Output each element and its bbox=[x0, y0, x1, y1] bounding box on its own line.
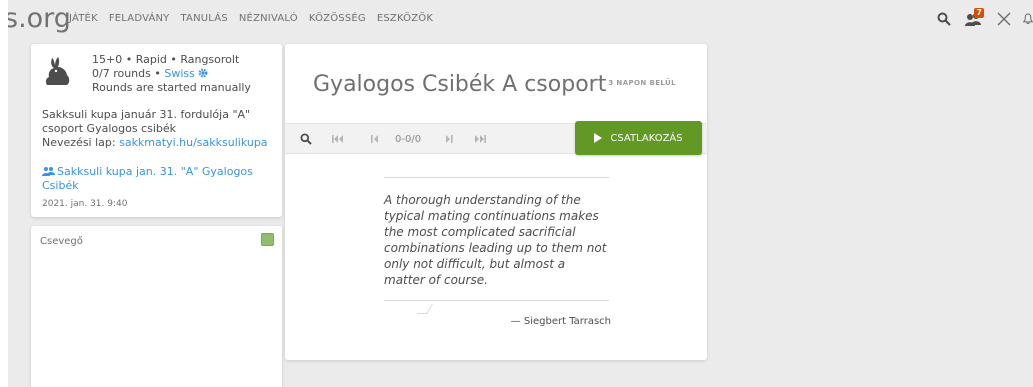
pager-toolbar: 0-0/0 CSATLAKOZÁS bbox=[285, 121, 707, 155]
tournament-main-panel: Gyalogos Csibék A csoport 3 NAPON BELÜL 0… bbox=[285, 44, 707, 360]
left-edge bbox=[0, 0, 8, 387]
last-page-icon[interactable] bbox=[474, 132, 486, 146]
prev-page-icon[interactable] bbox=[371, 132, 380, 146]
entry-prefix: Nevezési lap: bbox=[42, 136, 120, 149]
join-button[interactable]: CSATLAKOZÁS bbox=[575, 121, 702, 155]
page-counter: 0-0/0 bbox=[395, 132, 421, 146]
nav-item-tools[interactable]: ESZKÖZÖK bbox=[377, 13, 433, 24]
chat-title: Csevegő bbox=[40, 236, 83, 247]
quote-block: A thorough understanding of the typical … bbox=[384, 177, 611, 327]
search-players-icon[interactable] bbox=[300, 132, 312, 146]
friends-count-badge: 7 bbox=[974, 8, 984, 18]
page-counter-text: 0-0/0 bbox=[395, 133, 422, 145]
nav-item-play[interactable]: JÁTÉK bbox=[69, 13, 98, 24]
chat-toggle[interactable] bbox=[261, 233, 274, 246]
tournament-description: Sakksuli kupa január 31. fordulója "A" c… bbox=[42, 108, 277, 150]
join-label: CSATLAKOZÁS bbox=[610, 132, 683, 144]
tournament-title: Gyalogos Csibék A csoport bbox=[313, 72, 607, 97]
swiss-link[interactable]: Swiss bbox=[164, 67, 195, 80]
starts-in-label: 3 NAPON BELÜL bbox=[608, 79, 676, 87]
quote-text: A thorough understanding of the typical … bbox=[384, 193, 607, 287]
entry-link[interactable]: sakkmatyi.hu/sakksulikupa bbox=[119, 136, 267, 149]
bell-icon[interactable] bbox=[1023, 8, 1033, 30]
site-logo[interactable]: s.org bbox=[8, 3, 71, 34]
rabbit-icon bbox=[43, 56, 73, 88]
tournament-rounds-line: 0/7 rounds • Swiss bbox=[92, 67, 251, 81]
tournament-meta: 15+0 • Rapid • Rangsorolt 0/7 rounds • S… bbox=[92, 53, 251, 95]
header-icons: 7 bbox=[925, 8, 1033, 30]
quote-author: — Siegbert Tarrasch bbox=[510, 316, 611, 327]
nav-item-learn[interactable]: TANULÁS bbox=[181, 13, 228, 24]
next-page-icon[interactable] bbox=[444, 132, 453, 146]
tournament-format: 15+0 • Rapid • Rangsorolt bbox=[92, 53, 240, 66]
friends-icon[interactable]: 7 bbox=[963, 8, 985, 30]
team-link[interactable]: Sakksuli kupa jan. 31. "A" Gyalogos Csib… bbox=[42, 165, 253, 192]
search-icon[interactable] bbox=[933, 8, 955, 30]
tournament-rounds: 0/7 rounds • bbox=[92, 67, 165, 80]
quote-bottom-divider bbox=[384, 300, 609, 301]
quote-tail bbox=[417, 304, 433, 314]
top-nav: JÁTÉK FELADVÁNY TANULÁS NÉZNIVALÓ KÖZÖSS… bbox=[69, 13, 444, 24]
site-header: s.org JÁTÉK FELADVÁNY TANULÁS NÉZNIVALÓ … bbox=[8, 0, 1033, 38]
entry-line: Nevezési lap: sakkmatyi.hu/sakksulikupa bbox=[42, 136, 277, 150]
team-icon bbox=[42, 167, 55, 176]
tournament-title-block: Gyalogos Csibék A csoport 3 NAPON BELÜL bbox=[313, 72, 676, 97]
description-text: Sakksuli kupa január 31. fordulója "A" c… bbox=[42, 108, 251, 135]
team-link-block[interactable]: Sakksuli kupa jan. 31. "A" Gyalogos Csib… bbox=[42, 165, 272, 193]
challenge-icon[interactable] bbox=[993, 8, 1015, 30]
nav-item-community[interactable]: KÖZÖSSÉG bbox=[309, 13, 366, 24]
tournament-info-card: 15+0 • Rapid • Rangsorolt 0/7 rounds • S… bbox=[31, 44, 282, 217]
gear-icon[interactable] bbox=[198, 68, 208, 78]
rounds-start-note: Rounds are started manually bbox=[92, 81, 251, 94]
page: s.org JÁTÉK FELADVÁNY TANULÁS NÉZNIVALÓ … bbox=[8, 0, 1033, 387]
play-icon bbox=[594, 133, 603, 143]
tournament-date: 2021. jan. 31. 9:40 bbox=[42, 199, 128, 209]
chat-panel: Csevegő bbox=[31, 226, 282, 387]
first-page-icon[interactable] bbox=[332, 132, 344, 146]
nav-item-puzzles[interactable]: FELADVÁNY bbox=[109, 13, 170, 24]
nav-item-watch[interactable]: NÉZNIVALÓ bbox=[239, 13, 298, 24]
